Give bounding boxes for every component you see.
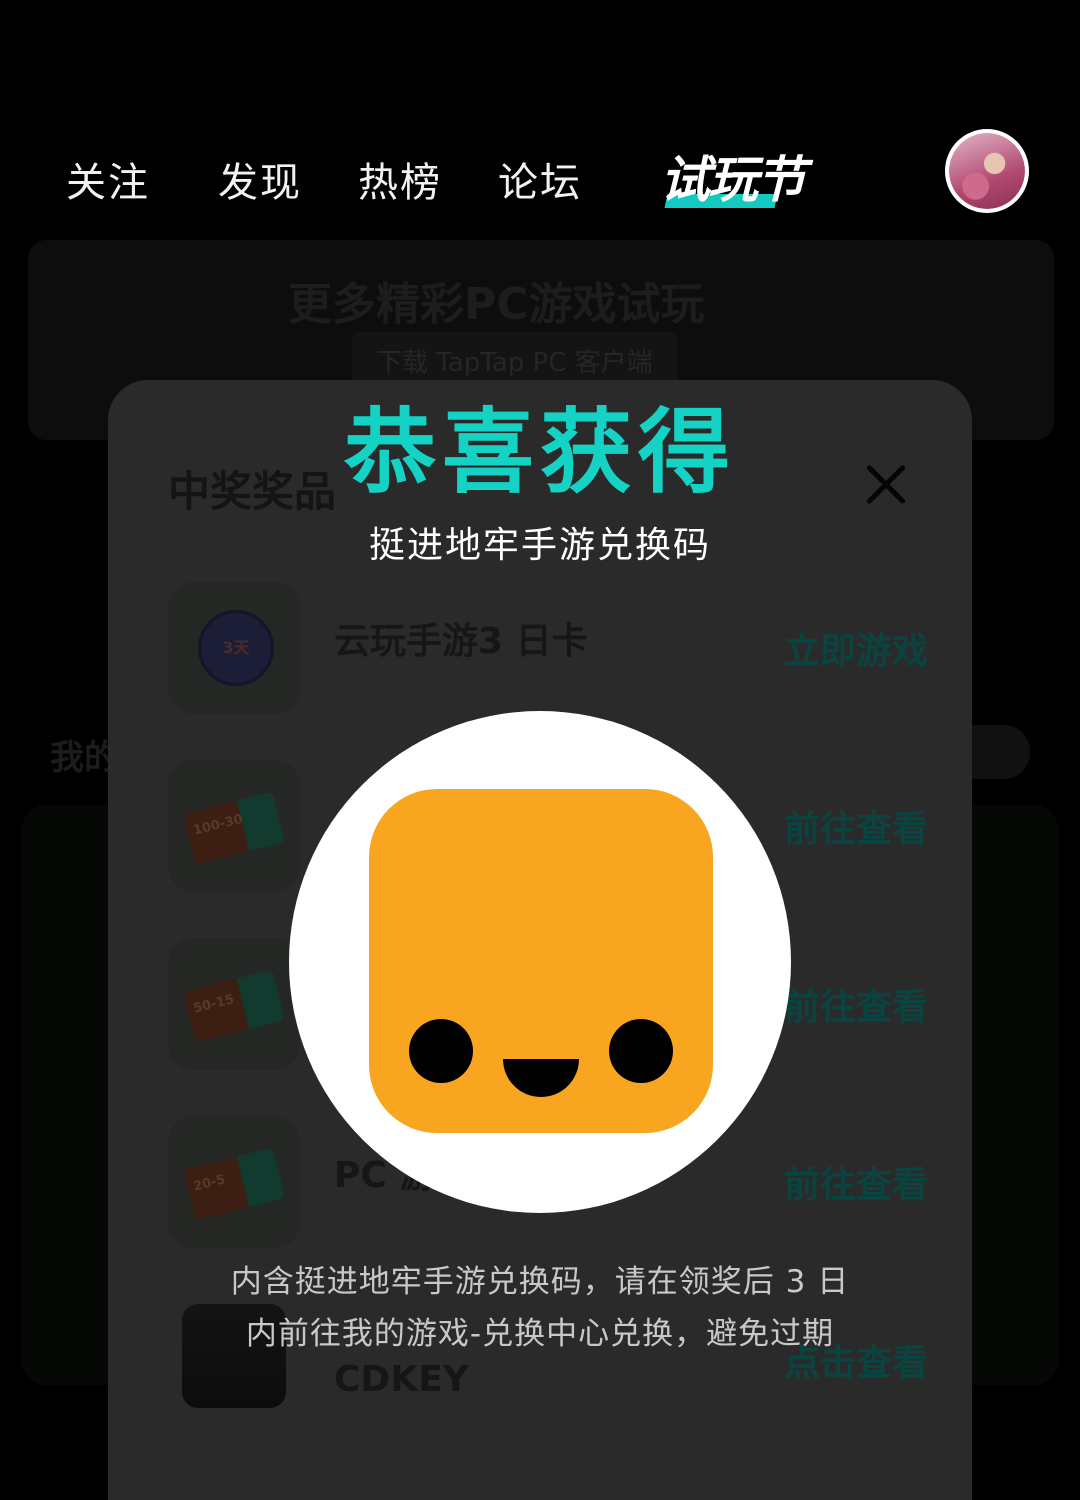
tab-follow[interactable]: 关注 xyxy=(66,150,150,208)
play-now-button[interactable]: 立即游戏 xyxy=(784,622,928,674)
prize-subtitle: 挺进地牢手游兑换码 xyxy=(368,525,711,566)
redeem-notice: 内含挺进地牢手游兑换码，请在领奖后 3 日 内前往我的游戏-兑换中心兑换，避免过… xyxy=(150,1256,930,1360)
tab-trial-festival[interactable]: 试玩节 xyxy=(660,140,806,212)
coupon-icon: 50-15 xyxy=(183,969,285,1043)
banner-title: 更多精彩PC游戏试玩 xyxy=(288,279,705,330)
view-button[interactable]: 前往查看 xyxy=(784,800,928,852)
prize-icon-circle xyxy=(289,711,791,1213)
prize-icon-tile: 20-5 xyxy=(168,1116,300,1248)
prize-icon-tile: 3天 xyxy=(168,582,300,714)
prize-icon-tile: 100-30 xyxy=(168,760,300,892)
tab-discover[interactable]: 发现 xyxy=(218,150,302,208)
cloud-play-badge-icon: 3天 xyxy=(198,610,274,686)
notice-line-2: 内前往我的游戏-兑换中心兑换，避免过期 xyxy=(245,1316,835,1352)
prize-row: 3天 云玩手游3 日卡 立即游戏 xyxy=(168,582,928,714)
user-avatar[interactable] xyxy=(945,129,1029,213)
tab-forum[interactable]: 论坛 xyxy=(498,150,582,208)
smiley-app-icon xyxy=(369,789,713,1133)
top-navigation: 关注 发现 热榜 论坛 试玩节 xyxy=(0,120,1080,230)
notice-line-1: 内含挺进地牢手游兑换码，请在领奖后 3 日 xyxy=(230,1264,850,1300)
coupon-icon: 100-30 xyxy=(183,791,285,865)
prize-icon-tile: 50-15 xyxy=(168,938,300,1070)
view-button[interactable]: 前往查看 xyxy=(784,978,928,1030)
coupon-icon: 20-5 xyxy=(183,1147,285,1221)
tab-hot-list[interactable]: 热榜 xyxy=(358,150,442,208)
left-eye xyxy=(409,1019,473,1083)
right-eye xyxy=(609,1019,673,1083)
prize-name: 云玩手游3 日卡 xyxy=(334,621,588,662)
prize-name: CDKEY xyxy=(334,1359,469,1400)
smile-mouth xyxy=(503,1059,579,1097)
view-button[interactable]: 前往查看 xyxy=(784,1156,928,1208)
congrats-title: 恭喜获得 xyxy=(343,399,736,506)
